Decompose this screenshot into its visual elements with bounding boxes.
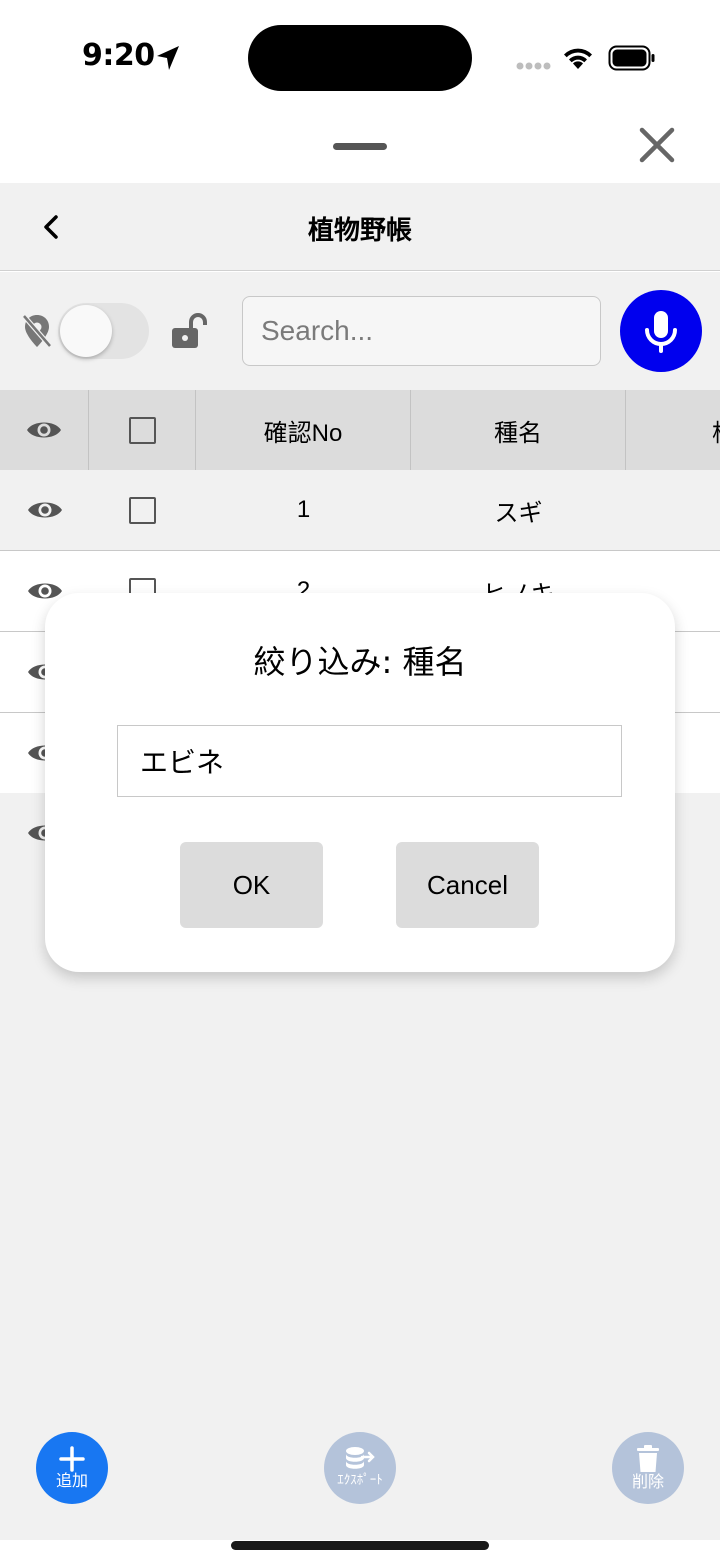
eye-icon [27, 422, 61, 438]
delete-button[interactable]: 削除 [612, 1432, 684, 1504]
table-row[interactable]: 1 スギ [0, 470, 720, 551]
unlocked-padlock-icon[interactable] [170, 312, 208, 350]
dialog-title: 絞り込み: 種名 [253, 643, 467, 681]
row-select[interactable] [89, 470, 196, 550]
row-confirm-no: 1 [296, 496, 311, 523]
sheet-grabber[interactable] [333, 143, 387, 150]
wifi-icon [564, 48, 592, 69]
location-arrow-icon [157, 46, 179, 70]
home-indicator [231, 1541, 489, 1550]
header-partial[interactable]: 梢 [626, 390, 720, 470]
header-select-all[interactable] [89, 390, 196, 470]
database-export-icon [346, 1447, 375, 1469]
row-species: スギ [494, 499, 543, 527]
row-visibility[interactable] [0, 470, 89, 550]
header-species[interactable]: 種名 [411, 390, 626, 470]
plus-icon [59, 1446, 85, 1472]
close-icon[interactable] [632, 120, 682, 170]
location-off-icon [22, 314, 52, 348]
filter-input[interactable] [117, 725, 622, 797]
eye-icon [27, 502, 62, 518]
trash-icon [637, 1445, 659, 1472]
header-confirm-no[interactable]: 確認No [196, 390, 411, 470]
navigation-bar: 植物野帳 [0, 183, 720, 271]
microphone-icon [645, 311, 677, 353]
row-checkbox[interactable] [129, 496, 156, 524]
status-time: 9:20 [82, 38, 155, 73]
cancel-button[interactable]: Cancel [396, 842, 539, 928]
add-label: 追加 [55, 1471, 88, 1490]
delete-label: 削除 [631, 1472, 664, 1491]
add-button[interactable]: 追加 [36, 1432, 108, 1504]
select-all-checkbox[interactable] [128, 416, 156, 444]
status-bar: 9:20 [0, 0, 720, 110]
page-title: 植物野帳 [307, 216, 412, 246]
export-button[interactable]: ｴｸｽﾎﾟｰﾄ [324, 1432, 396, 1504]
voice-input-button[interactable] [620, 290, 702, 372]
toggle-knob [60, 305, 112, 357]
export-label: ｴｸｽﾎﾟｰﾄ [337, 1473, 383, 1488]
ok-button[interactable]: OK [180, 842, 323, 928]
header-visibility[interactable] [0, 390, 89, 470]
battery-icon [608, 45, 655, 71]
dynamic-island [248, 25, 472, 91]
search-input[interactable] [242, 296, 601, 366]
cellular-signal-icon [516, 62, 551, 70]
